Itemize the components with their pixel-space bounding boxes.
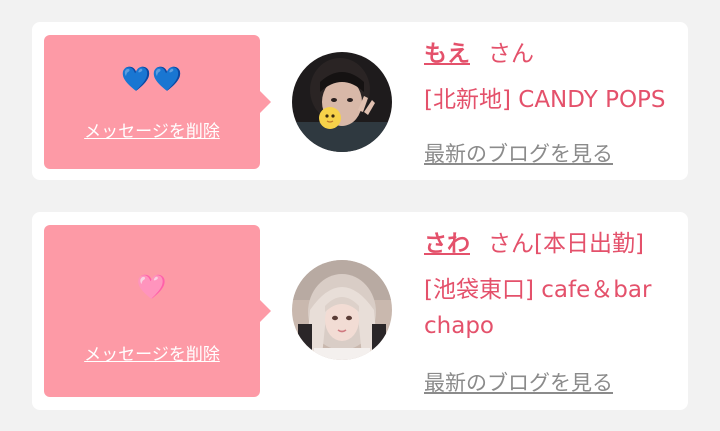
shop-label: [北新地] CANDY POPS — [424, 87, 666, 113]
delete-message-link[interactable]: メッセージを削除 — [44, 117, 260, 142]
name-line: さわ さん[本日出勤] — [424, 226, 676, 262]
message-info: さわ さん[本日出勤] [池袋東口] cafe＆bar chapo — [424, 226, 676, 344]
latest-blog-link[interactable]: 最新のブログを見る — [424, 138, 613, 168]
avatar-photo — [292, 260, 392, 360]
heart-emoji: 💙💙 — [121, 65, 183, 93]
shop-label: [池袋東口] cafe＆bar chapo — [424, 277, 652, 339]
message-card: 🩷 メッセージを削除 さわ さん[本日出勤] [池袋東口] cafe＆bar ch… — [32, 212, 688, 410]
message-card: 💙💙 メッセージを削除 もえ さん [北新地] CANDY POPS 最新のブログ… — [32, 22, 688, 180]
heart-emoji: 🩷 — [136, 273, 168, 301]
honorific-label: さん — [488, 41, 534, 67]
delete-message-link[interactable]: メッセージを削除 — [44, 340, 260, 365]
message-bubble: 💙💙 メッセージを削除 — [44, 35, 271, 169]
avatar-photo — [292, 52, 392, 152]
name-line: もえ さん — [424, 36, 676, 72]
cast-name-link[interactable]: もえ — [424, 41, 470, 67]
cast-name-link[interactable]: さわ — [424, 231, 470, 257]
honorific-label: さん[本日出勤] — [488, 231, 644, 257]
avatar[interactable] — [292, 260, 392, 360]
message-bubble: 🩷 メッセージを削除 — [44, 225, 271, 397]
latest-blog-link[interactable]: 最新のブログを見る — [424, 367, 613, 397]
message-info: もえ さん [北新地] CANDY POPS — [424, 36, 676, 118]
avatar[interactable] — [292, 52, 392, 152]
